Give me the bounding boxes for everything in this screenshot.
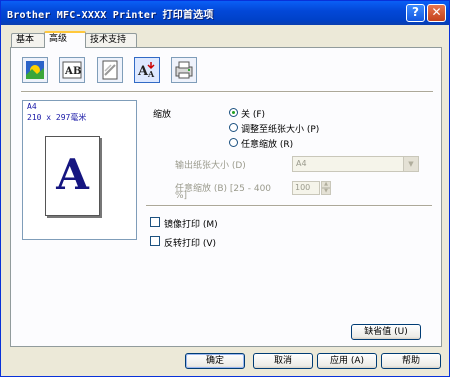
device-options-icon[interactable] (171, 57, 197, 83)
options-separator (146, 205, 432, 207)
text-layout-icon[interactable]: AB (59, 57, 85, 83)
free-scale-range-unit: %] (175, 191, 188, 201)
chevron-down-icon[interactable]: ▼ (403, 157, 418, 171)
help-title-button[interactable]: ? (406, 4, 425, 22)
scaling-off-label[interactable]: 关 (F) (241, 107, 265, 120)
free-scale-label[interactable]: 任意缩放 (R) (241, 137, 293, 150)
ok-button[interactable]: 确定 (185, 353, 245, 369)
apply-button[interactable]: 应用 (A) (317, 353, 377, 369)
color-quality-icon[interactable] (22, 57, 48, 83)
window-title: Brother MFC-XXXX Printer 打印首选项 (7, 10, 214, 21)
reverse-print-checkbox[interactable] (150, 236, 160, 246)
watermark-icon[interactable] (97, 57, 123, 83)
default-button[interactable]: 缺省值 (U) (351, 324, 421, 340)
svg-text:A: A (64, 66, 73, 77)
page-thumbnail: A (45, 136, 100, 216)
tab-tech-support[interactable]: 技术支持 (85, 33, 137, 47)
paper-size: 210 x 297毫米 (27, 113, 87, 122)
free-scale-radio[interactable] (229, 138, 238, 147)
toolbar-separator (21, 91, 433, 93)
scaling-label: 缩放 (153, 110, 172, 120)
tab-basic[interactable]: 基本 (11, 33, 45, 47)
fit-to-paper-label[interactable]: 调整至纸张大小 (P) (241, 122, 319, 135)
spin-down-icon[interactable]: ▼ (321, 188, 331, 195)
scaling-icon[interactable]: AA (134, 57, 160, 83)
output-paper-size-select[interactable]: A4 ▼ (292, 156, 419, 172)
mirror-print-checkbox[interactable] (150, 217, 160, 227)
scaling-off-radio[interactable] (229, 108, 238, 117)
svg-text:B: B (73, 66, 81, 77)
printer-preferences-window: Brother MFC-XXXX Printer 打印首选项 ? ✕ 基本 高级… (0, 0, 450, 377)
output-paper-size-value: A4 (296, 159, 307, 168)
paper-name: A4 (27, 102, 37, 111)
free-scale-value: 100 (295, 183, 311, 192)
title-bar[interactable]: Brother MFC-XXXX Printer 打印首选项 ? ✕ (1, 1, 449, 25)
close-button[interactable]: ✕ (427, 4, 446, 22)
output-paper-size-label: 输出纸张大小 (D) (175, 161, 246, 171)
help-button[interactable]: 帮助 (381, 353, 441, 369)
preview-letter: A (56, 150, 89, 199)
mirror-print-label[interactable]: 镜像打印 (M) (164, 217, 218, 230)
free-scale-range-label: 任意缩放 (B) [25 - 400 (175, 184, 272, 194)
reverse-print-label[interactable]: 反转打印 (V) (164, 236, 216, 249)
fit-to-paper-radio[interactable] (229, 123, 238, 132)
tab-advanced[interactable]: 高级 (44, 31, 86, 48)
cancel-button[interactable]: 取消 (253, 353, 313, 369)
svg-text:A: A (147, 69, 155, 79)
free-scale-input[interactable]: 100 (292, 181, 320, 195)
spin-up-icon[interactable]: ▲ (321, 181, 331, 188)
